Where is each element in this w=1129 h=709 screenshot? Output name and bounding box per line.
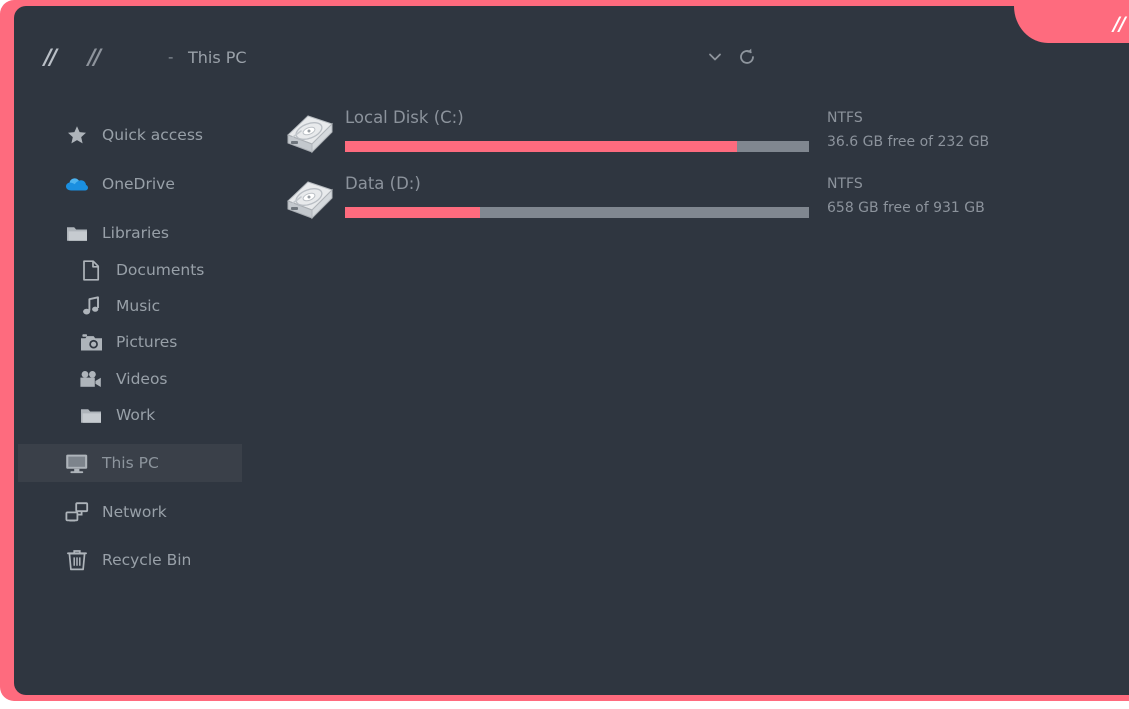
sidebar-item-music[interactable]: Music: [18, 287, 242, 325]
folder-icon: [78, 403, 104, 427]
camera-icon: [78, 330, 104, 354]
drive-list: Local Disk (C:) NTFS 36.6 GB free of 232 G…: [272, 100, 1119, 232]
sidebar-item-libraries[interactable]: Libraries: [18, 214, 242, 252]
drive-filesystem: NTFS: [827, 176, 863, 192]
sidebar-item-quick-access[interactable]: Quick access: [18, 116, 242, 154]
drive-usage-bar: [345, 207, 809, 218]
drive-usage-bar: [345, 141, 809, 152]
drive-row[interactable]: Local Disk (C:) NTFS 36.6 GB free of 232 G…: [272, 100, 1119, 166]
network-icon: [64, 500, 90, 524]
drive-name: Data (D:): [345, 174, 421, 193]
sidebar-item-pictures[interactable]: Pictures: [18, 323, 242, 361]
chevron-down-icon[interactable]: [706, 48, 724, 66]
hdd-icon: [284, 107, 336, 155]
sidebar-item-network[interactable]: Network: [18, 493, 242, 531]
refresh-icon[interactable]: [736, 46, 758, 68]
toolbar: // // - This PC: [14, 6, 1129, 92]
sidebar-item-label: Documents: [116, 261, 205, 279]
drive-free-space: 36.6 GB free of 232 GB: [827, 134, 990, 150]
hdd-icon: [284, 173, 336, 221]
sidebar-item-recycle-bin[interactable]: Recycle Bin: [18, 541, 242, 579]
drive-usage-fill: [345, 141, 738, 152]
trash-icon: [64, 548, 90, 572]
sidebar-item-label: This PC: [102, 454, 159, 472]
back-icon[interactable]: //: [44, 47, 57, 68]
sidebar-item-label: Pictures: [116, 333, 178, 351]
drive-filesystem: NTFS: [827, 110, 863, 126]
sidebar-item-label: Libraries: [102, 224, 169, 242]
music-note-icon: [78, 294, 104, 318]
sidebar-item-documents[interactable]: Documents: [18, 251, 242, 289]
drive-usage-fill: [345, 207, 481, 218]
close-icon[interactable]: //: [1113, 13, 1126, 35]
document-icon: [78, 258, 104, 282]
forward-icon[interactable]: //: [88, 47, 101, 68]
sidebar-item-label: Music: [116, 297, 161, 315]
breadcrumb-separator: -: [168, 48, 174, 66]
sidebar-item-videos[interactable]: Videos: [18, 360, 242, 398]
sidebar: Quick access OneDrive Libraries Documents Mu…: [14, 96, 259, 695]
sidebar-item-label: OneDrive: [102, 175, 175, 193]
drive-free-space: 658 GB free of 931 GB: [827, 200, 985, 216]
drive-row[interactable]: Data (D:) NTFS 658 GB free of 931 GB: [272, 166, 1119, 232]
accent-tab[interactable]: //: [1014, 6, 1129, 43]
sidebar-item-this-pc[interactable]: This PC: [18, 444, 242, 482]
star-icon: [64, 123, 90, 147]
sidebar-item-label: Quick access: [102, 126, 203, 144]
video-camera-icon: [78, 367, 104, 391]
window-body: // // - This PC // Quick access OneDrive L…: [14, 6, 1129, 695]
monitor-icon: [64, 451, 90, 475]
sidebar-item-label: Network: [102, 503, 167, 521]
cloud-icon: [64, 172, 90, 196]
drive-name: Local Disk (C:): [345, 108, 464, 127]
sidebar-item-label: Work: [116, 406, 156, 424]
sidebar-item-label: Recycle Bin: [102, 551, 192, 569]
sidebar-item-work[interactable]: Work: [18, 396, 242, 434]
sidebar-item-onedrive[interactable]: OneDrive: [18, 165, 242, 203]
folder-icon: [64, 221, 90, 245]
sidebar-item-label: Videos: [116, 370, 168, 388]
file-explorer-window: // // - This PC // Quick access OneDrive L…: [0, 0, 1129, 701]
breadcrumb-current-path[interactable]: This PC: [188, 48, 247, 67]
